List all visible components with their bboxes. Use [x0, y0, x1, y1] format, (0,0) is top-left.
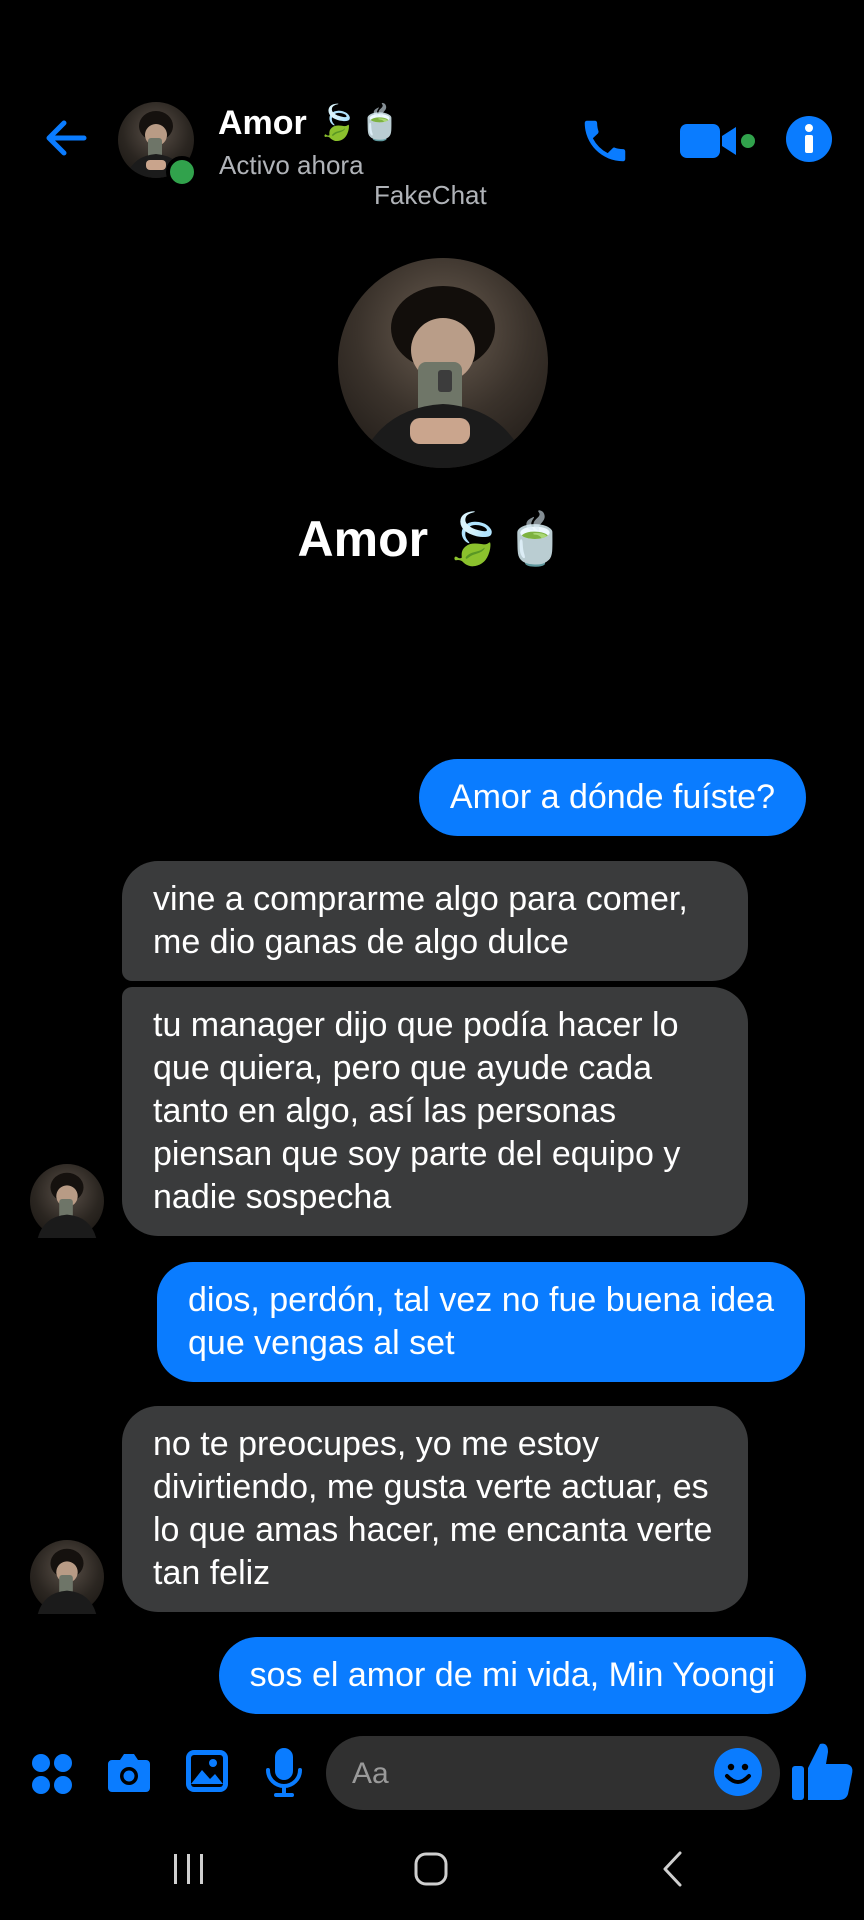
call-button[interactable]: [578, 114, 632, 168]
back-button[interactable]: [40, 112, 92, 164]
active-status: Activo ahora: [219, 150, 364, 180]
info-button[interactable]: [784, 114, 834, 164]
emoji-button[interactable]: [712, 1746, 764, 1798]
online-indicator: [166, 156, 198, 188]
home-icon: [414, 1852, 448, 1886]
camera-button[interactable]: [104, 1748, 154, 1798]
recents-button[interactable]: [170, 1852, 208, 1886]
thumbs-up-icon: [792, 1743, 853, 1800]
sender-avatar: [30, 1540, 104, 1614]
image-icon: [186, 1750, 228, 1792]
watermark: FakeChat: [374, 180, 487, 210]
profile-name: Amor 🍃🍵: [297, 511, 567, 567]
recents-icon: [174, 1854, 203, 1884]
voice-button[interactable]: [264, 1746, 304, 1800]
microphone-icon: [266, 1748, 302, 1797]
arrow-left-icon: [46, 120, 87, 156]
message-incoming[interactable]: vine a comprarme algo para comer, me dio…: [122, 861, 748, 981]
phone-icon: [584, 120, 626, 162]
sender-avatar: [30, 1164, 104, 1238]
message-incoming[interactable]: no te preocupes, yo me estoy divirtiendo…: [122, 1406, 748, 1612]
emoji-icon: [714, 1748, 762, 1796]
message-incoming[interactable]: tu manager dijo que podía hacer lo que q…: [122, 987, 748, 1236]
apps-button[interactable]: [30, 1752, 74, 1796]
info-icon: [786, 116, 832, 162]
contact-name[interactable]: Amor 🍃🍵: [218, 103, 401, 143]
apps-grid-icon: [32, 1754, 72, 1794]
video-call-button[interactable]: [678, 118, 764, 164]
chevron-left-icon: [663, 1851, 682, 1887]
message-outgoing[interactable]: dios, perdón, tal vez no fue buena idea …: [157, 1262, 805, 1382]
system-back-button[interactable]: [660, 1850, 684, 1888]
gallery-button[interactable]: [184, 1748, 230, 1794]
message-input[interactable]: [350, 1736, 694, 1812]
profile-avatar[interactable]: [338, 258, 548, 468]
like-button[interactable]: [790, 1738, 856, 1804]
camera-icon: [108, 1754, 150, 1792]
home-button[interactable]: [412, 1850, 450, 1888]
message-outgoing[interactable]: sos el amor de mi vida, Min Yoongi: [218, 1637, 806, 1714]
message-outgoing[interactable]: Amor a dónde fuíste?: [418, 759, 806, 836]
video-camera-icon: [680, 124, 755, 158]
